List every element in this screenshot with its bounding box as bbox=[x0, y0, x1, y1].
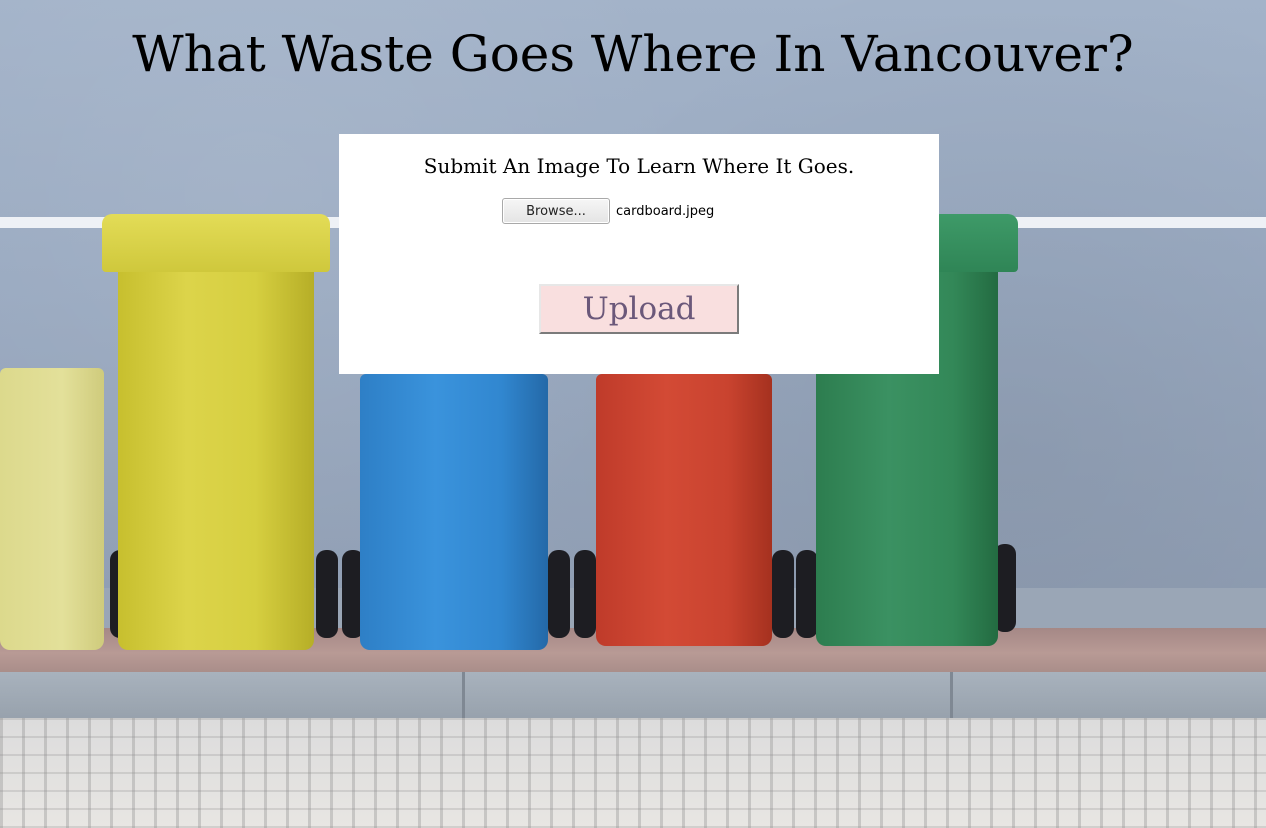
bin-wheel bbox=[316, 550, 338, 638]
upload-instructions: Submit An Image To Learn Where It Goes. bbox=[423, 154, 855, 178]
yellow-bin bbox=[118, 262, 314, 650]
bin-wheel bbox=[796, 550, 818, 638]
curb-joint bbox=[462, 672, 465, 720]
upload-button[interactable]: Upload bbox=[539, 284, 739, 334]
side-container bbox=[0, 368, 104, 650]
bin-wheel bbox=[772, 550, 794, 638]
browse-button[interactable]: Browse... bbox=[502, 198, 610, 224]
blue-bin bbox=[360, 374, 548, 650]
curb bbox=[0, 672, 1266, 720]
bin-wheel bbox=[548, 550, 570, 638]
page-title: What Waste Goes Where In Vancouver? bbox=[132, 25, 1134, 83]
curb-joint bbox=[950, 672, 953, 720]
green-bin-lid bbox=[930, 214, 1018, 272]
upload-card: Submit An Image To Learn Where It Goes. … bbox=[339, 134, 939, 374]
bin-wheel bbox=[574, 550, 596, 638]
yellow-bin-lid bbox=[102, 214, 330, 272]
red-bin bbox=[596, 374, 772, 646]
file-input[interactable]: Browse... cardboard.jpeg bbox=[502, 198, 714, 224]
pavement bbox=[0, 718, 1266, 828]
background-photo bbox=[0, 0, 1266, 828]
selected-file-name: cardboard.jpeg bbox=[616, 203, 715, 219]
